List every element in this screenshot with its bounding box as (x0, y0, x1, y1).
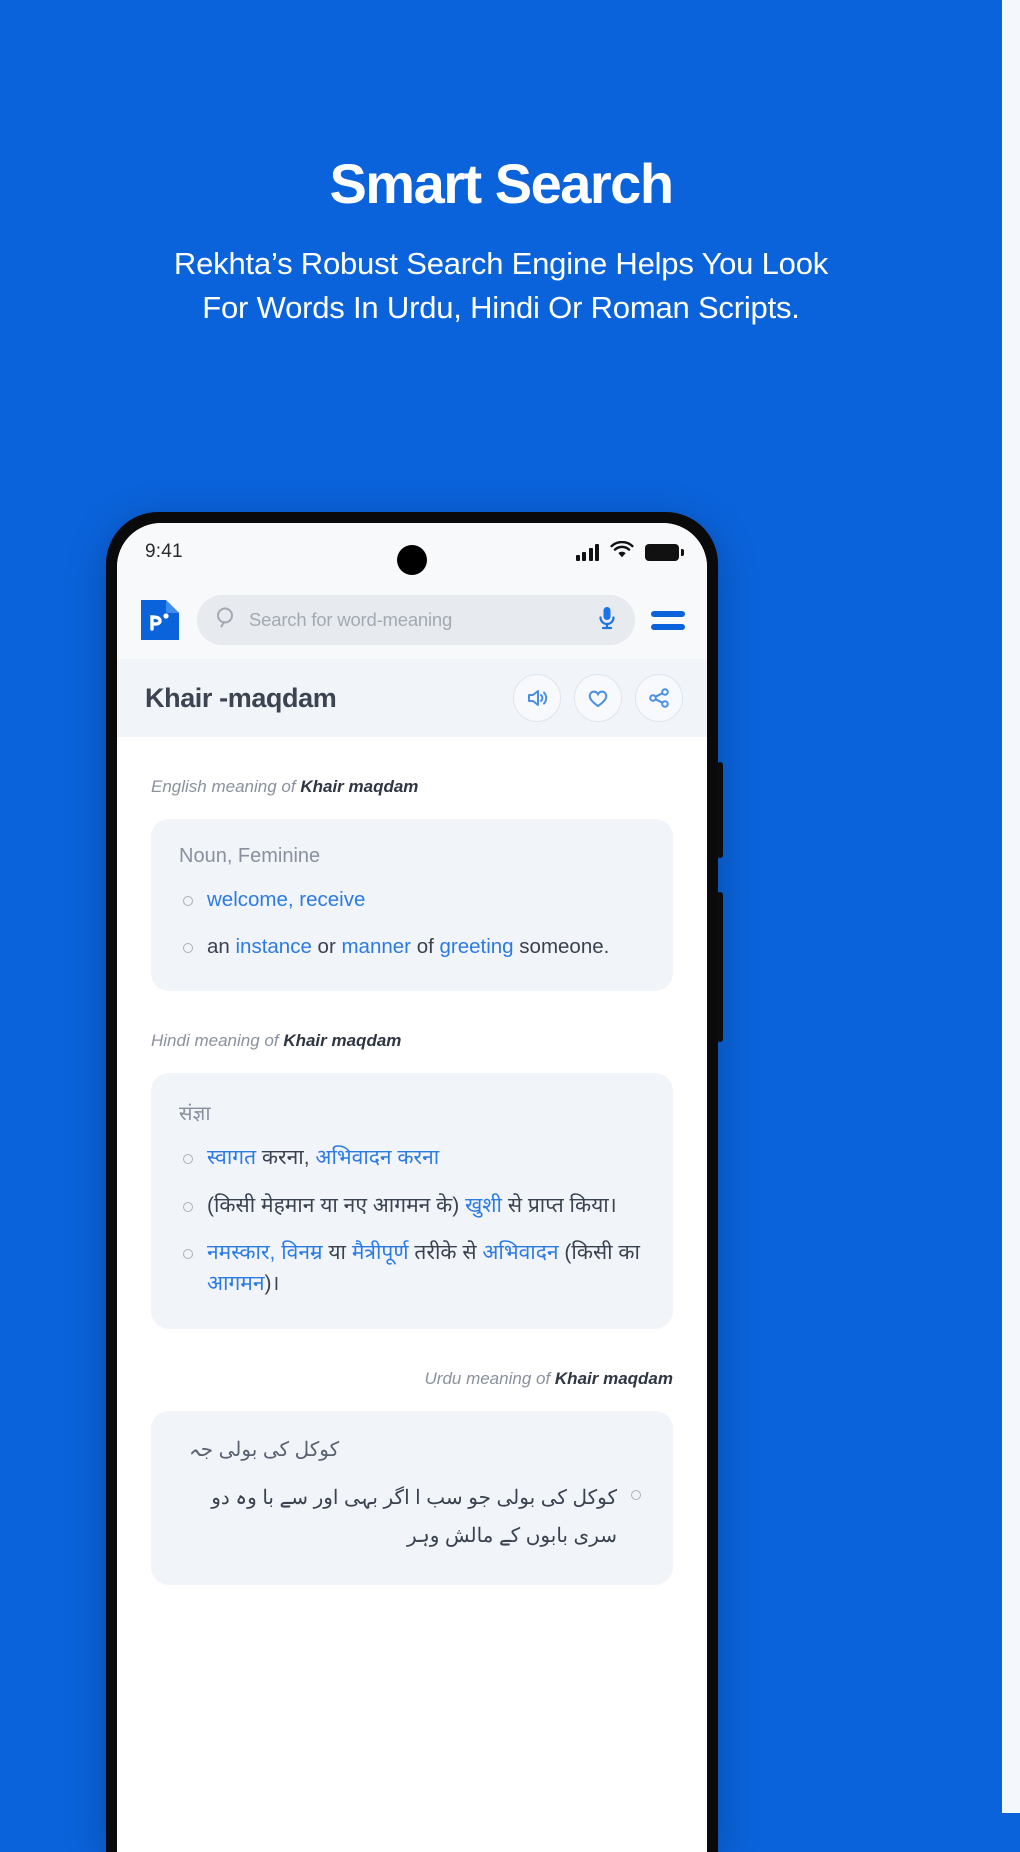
meaning-text: (किसी मेहमान या नए आगमन के) (207, 1193, 466, 1217)
meaning-text: کوکل کی بولی جو سب ا اگر بہی اور سے با و… (211, 1487, 617, 1548)
english-label-prefix: English meaning of (151, 777, 301, 796)
urdu-meaning-card: کوکل کی بولی جہ کوکل کی بولی جو سب ا اگر… (151, 1411, 673, 1586)
search-icon (215, 606, 238, 634)
battery-icon (645, 543, 684, 561)
hindi-label-prefix: Hindi meaning of (151, 1031, 284, 1051)
english-part-of-speech: Noun, Feminine (179, 845, 321, 867)
meaning-text: someone. (513, 934, 610, 958)
app-bar: Search for word-meaning (117, 581, 707, 659)
urdu-meaning-list: کوکل کی بولی جو سب ا اگر بہی اور سے با و… (179, 1479, 645, 1555)
english-section-label: English meaning of Khair maqdam (117, 777, 707, 797)
status-bar: 9:41 (117, 523, 707, 581)
wifi-icon (610, 540, 634, 564)
meaning-text: )। (264, 1271, 280, 1295)
meaning-text: से प्राप्त किया। (501, 1193, 617, 1217)
urdu-label-prefix: Urdu meaning of (424, 1369, 555, 1389)
hindi-meaning-card: संज्ञा स्वागत करना, अभिवादन करना (किसी मे… (151, 1073, 673, 1330)
phone-screen: 9:41 Search for word-meaning Khair -maqd… (117, 523, 707, 1852)
favorite-button[interactable] (574, 674, 622, 722)
hindi-label-word: Khair maqdam (283, 1031, 402, 1051)
english-label-word: Khair maqdam (300, 777, 419, 796)
meaning-link[interactable]: अभिवादन करना (315, 1146, 439, 1169)
meaning-link[interactable]: greeting (440, 935, 514, 958)
search-input[interactable]: Search for word-meaning (197, 595, 635, 645)
rekhta-logo-icon[interactable] (139, 598, 181, 642)
word-action-buttons (513, 674, 683, 722)
hamburger-menu-icon[interactable] (651, 610, 685, 630)
english-meaning-card: Noun, Feminine welcome, receive an instan… (151, 819, 673, 992)
meaning-link[interactable]: instance (236, 935, 312, 958)
signal-icon (575, 543, 599, 561)
meaning-item: an instance or manner of greeting someon… (179, 932, 645, 962)
meaning-text: an (207, 934, 236, 958)
meaning-link[interactable]: अभिवादन (482, 1241, 558, 1264)
status-time: 9:41 (145, 541, 183, 562)
meaning-text: तरीके से (408, 1241, 483, 1265)
meaning-link[interactable]: खुशी (465, 1194, 502, 1217)
urdu-label-word: Khair maqdam (554, 1369, 673, 1389)
volume-button[interactable] (717, 762, 723, 858)
share-button[interactable] (635, 674, 683, 722)
meaning-item: नमस्कार, विनम्र या मैत्रीपूर्ण तरीके से … (179, 1238, 645, 1299)
meaning-link[interactable]: welcome, receive (207, 888, 365, 911)
meaning-text: या (322, 1241, 352, 1265)
search-placeholder-text: Search for word-meaning (249, 609, 453, 630)
meaning-link[interactable]: स्वागत (207, 1146, 256, 1169)
page-subtitle: Rekhta’s Robust Search Engine Helps You … (173, 245, 829, 325)
promo-header: Smart Search Rekhta’s Robust Search Engi… (0, 0, 1002, 330)
urdu-part-of-speech: کوکل کی بولی جہ (189, 1439, 340, 1462)
word-title: Khair -maqdam (145, 682, 337, 713)
meaning-item: کوکل کی بولی جو سب ا اگر بہی اور سے با و… (179, 1479, 645, 1555)
phone-mockup: 9:41 Search for word-meaning Khair -maqd… (106, 512, 723, 1852)
hindi-part-of-speech: संज्ञा (179, 1103, 211, 1126)
meaning-item: (किसी मेहमान या नए आगमन के) खुशी से प्रा… (179, 1191, 645, 1221)
hindi-meaning-list: स्वागत करना, अभिवादन करना (किसी मेहमान या… (179, 1143, 645, 1299)
meaning-link[interactable]: आगमन (207, 1272, 265, 1295)
page-title: Smart Search (329, 152, 674, 215)
status-icons (575, 540, 684, 564)
page-right-strip (1002, 0, 1020, 1813)
microphone-icon[interactable] (597, 605, 617, 636)
meaning-item: स्वागत करना, अभिवादन करना (179, 1143, 645, 1173)
power-button[interactable] (717, 892, 723, 1042)
hindi-section-label: Hindi meaning of Khair maqdam (117, 1031, 707, 1051)
meaning-text: (किसी का (558, 1241, 640, 1265)
english-meaning-list: welcome, receive an instance or manner of… (179, 885, 645, 961)
meaning-text: of (411, 934, 440, 958)
audio-pronounce-button[interactable] (513, 674, 561, 722)
meaning-link[interactable]: manner (341, 935, 411, 958)
meaning-link[interactable]: नमस्कार, विनम्र (207, 1241, 323, 1264)
front-camera-punch-hole (397, 545, 427, 575)
meaning-text: करना, (256, 1146, 316, 1170)
urdu-section-label: Urdu meaning of Khair maqdam (117, 1369, 707, 1389)
meaning-text: or (311, 934, 342, 958)
word-content: English meaning of Khair maqdam Noun, Fe… (117, 737, 707, 1852)
meaning-item: welcome, receive (179, 885, 645, 915)
word-header: Khair -maqdam (117, 659, 707, 737)
meaning-link[interactable]: मैत्रीपूर्ण (352, 1241, 409, 1264)
